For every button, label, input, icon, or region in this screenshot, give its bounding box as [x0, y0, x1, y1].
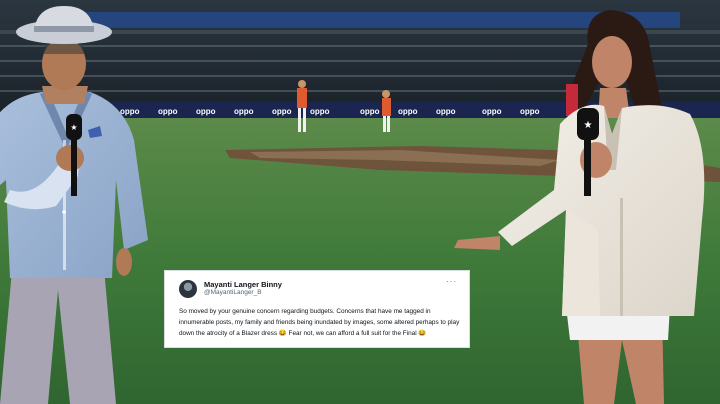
- svg-text:oppo: oppo: [120, 107, 140, 116]
- tweet-body: So moved by your genuine concern regardi…: [179, 308, 460, 337]
- tweet-card[interactable]: Mayanti Langer Binny @MayantiLanger_B ··…: [164, 270, 470, 348]
- svg-text:oppo: oppo: [360, 107, 380, 116]
- svg-text:oppo: oppo: [310, 107, 330, 116]
- svg-text:oppo: oppo: [520, 107, 540, 116]
- svg-text:oppo: oppo: [482, 107, 502, 116]
- svg-text:oppo: oppo: [436, 107, 456, 116]
- author-handle[interactable]: @MayantiLanger_B: [204, 289, 262, 296]
- svg-text:★: ★: [584, 120, 593, 131]
- svg-text:★: ★: [70, 123, 77, 132]
- author-name[interactable]: Mayanti Langer Binny: [204, 280, 282, 289]
- svg-text:oppo: oppo: [234, 107, 254, 116]
- author-avatar[interactable]: [179, 280, 197, 298]
- stand-banner: [60, 12, 680, 28]
- svg-text:oppo: oppo: [196, 107, 216, 116]
- more-options-icon[interactable]: ···: [446, 277, 457, 286]
- svg-text:oppo: oppo: [272, 107, 292, 116]
- broadcast-scene: oppo oppo oppo oppo oppo oppo oppo oppo …: [0, 0, 720, 404]
- svg-text:oppo: oppo: [158, 107, 178, 116]
- svg-text:oppo: oppo: [398, 107, 418, 116]
